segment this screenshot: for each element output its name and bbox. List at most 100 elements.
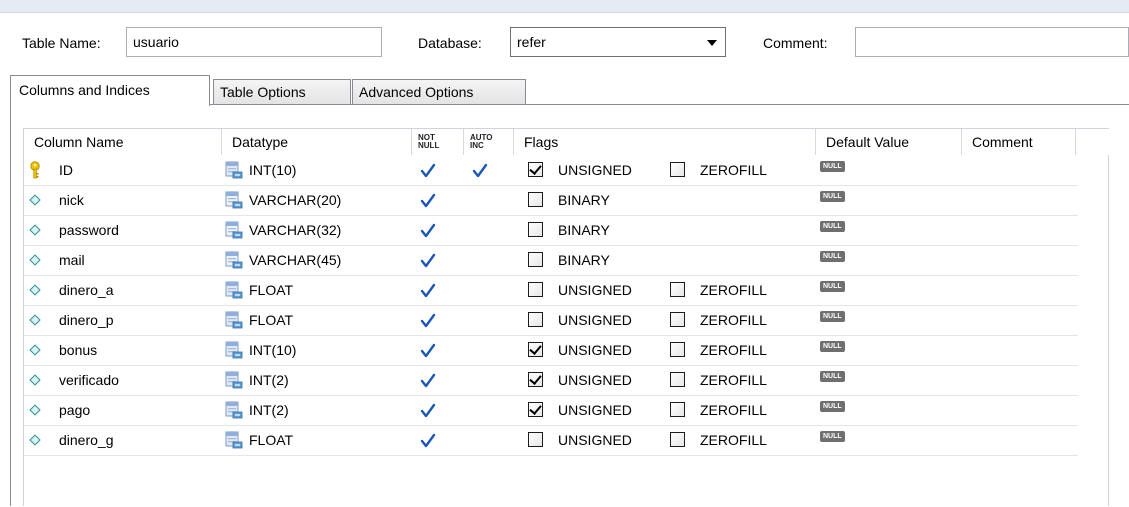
column-name-cell[interactable]: dinero_a	[59, 275, 114, 305]
not-null-check[interactable]	[420, 365, 436, 395]
column-name-cell[interactable]: dinero_p	[59, 305, 114, 335]
zerofill-checkbox[interactable]	[670, 312, 685, 327]
datatype-cell[interactable]: VARCHAR(45)	[224, 245, 409, 275]
column-name-cell[interactable]: ID	[59, 155, 73, 185]
default-value-cell[interactable]: NULL	[820, 395, 960, 425]
column-name-cell[interactable]: nick	[59, 185, 84, 215]
not-null-check[interactable]	[420, 305, 436, 335]
unsigned-label: UNSIGNED	[558, 162, 632, 178]
table-row[interactable]: mail VARCHAR(45) BINARY NULL	[24, 245, 1078, 276]
table-row[interactable]: ID INT(10) UNSIGNED ZEROFILL NULL	[24, 155, 1078, 186]
binary-checkbox[interactable]	[528, 222, 543, 237]
comment-cell[interactable]	[964, 365, 1074, 395]
table-row[interactable]: pago INT(2) UNSIGNED ZEROFILL NULL	[24, 395, 1078, 426]
table-row[interactable]: dinero_a FLOAT UNSIGNED ZEROFILL NULL	[24, 275, 1078, 306]
header-datatype[interactable]: Datatype	[222, 129, 412, 155]
comment-cell[interactable]	[964, 245, 1074, 275]
datatype-cell[interactable]: INT(10)	[224, 155, 409, 185]
unsigned-checkbox[interactable]	[528, 372, 543, 387]
table-row[interactable]: dinero_g FLOAT UNSIGNED ZEROFILL NULL	[24, 425, 1078, 456]
auto-inc-check[interactable]	[472, 155, 488, 185]
tab-table-options[interactable]: Table Options	[213, 79, 351, 105]
not-null-check[interactable]	[420, 215, 436, 245]
zerofill-checkbox[interactable]	[670, 402, 685, 417]
table-row[interactable]: verificado INT(2) UNSIGNED ZEROFILL NULL	[24, 365, 1078, 396]
null-badge: NULL	[820, 431, 845, 442]
header-flags[interactable]: Flags	[514, 129, 816, 155]
table-row[interactable]: nick VARCHAR(20) BINARY NULL	[24, 185, 1078, 216]
not-null-check[interactable]	[420, 185, 436, 215]
checkmark-icon	[420, 433, 436, 448]
datatype-cell[interactable]: FLOAT	[224, 275, 409, 305]
not-null-check[interactable]	[420, 275, 436, 305]
binary-checkbox[interactable]	[528, 252, 543, 267]
unsigned-checkbox[interactable]	[528, 162, 543, 177]
database-label: Database:	[418, 35, 482, 51]
column-name-cell[interactable]: dinero_g	[59, 425, 114, 455]
header-not-null[interactable]: NOT NULL	[412, 129, 464, 155]
unsigned-checkbox[interactable]	[528, 432, 543, 447]
comment-cell[interactable]	[964, 215, 1074, 245]
column-name-cell[interactable]: password	[59, 215, 119, 245]
not-null-check[interactable]	[420, 335, 436, 365]
column-name-cell[interactable]: verificado	[59, 365, 119, 395]
datatype-cell[interactable]: INT(2)	[224, 395, 409, 425]
default-value-cell[interactable]: NULL	[820, 305, 960, 335]
table-row[interactable]: bonus INT(10) UNSIGNED ZEROFILL NULL	[24, 335, 1078, 366]
default-value-cell[interactable]: NULL	[820, 155, 960, 185]
default-value-cell[interactable]: NULL	[820, 185, 960, 215]
tab-columns-and-indices[interactable]: Columns and Indices	[10, 75, 210, 106]
table-name-input[interactable]: usuario	[126, 27, 382, 57]
default-value-cell[interactable]: NULL	[820, 425, 960, 455]
zerofill-checkbox[interactable]	[670, 342, 685, 357]
table-row[interactable]: dinero_p FLOAT UNSIGNED ZEROFILL NULL	[24, 305, 1078, 336]
not-null-check[interactable]	[420, 155, 436, 185]
zerofill-label: ZEROFILL	[700, 372, 767, 388]
unsigned-checkbox[interactable]	[528, 312, 543, 327]
datatype-cell[interactable]: FLOAT	[224, 425, 409, 455]
not-null-check[interactable]	[420, 425, 436, 455]
comment-cell[interactable]	[964, 275, 1074, 305]
header-auto-inc[interactable]: AUTO INC	[464, 129, 514, 155]
datatype-cell[interactable]: INT(2)	[224, 365, 409, 395]
zerofill-checkbox[interactable]	[670, 282, 685, 297]
column-name-cell[interactable]: pago	[59, 395, 90, 425]
column-name-cell[interactable]: mail	[59, 245, 85, 275]
zerofill-checkbox[interactable]	[670, 372, 685, 387]
tab-advanced-options[interactable]: Advanced Options	[352, 79, 526, 105]
column-name-cell[interactable]: bonus	[59, 335, 97, 365]
default-value-cell[interactable]: NULL	[820, 365, 960, 395]
binary-checkbox[interactable]	[528, 192, 543, 207]
comment-cell[interactable]	[964, 335, 1074, 365]
datatype-cell[interactable]: VARCHAR(32)	[224, 215, 409, 245]
comment-cell[interactable]	[964, 155, 1074, 185]
unsigned-checkbox[interactable]	[528, 402, 543, 417]
comment-cell[interactable]	[964, 185, 1074, 215]
datatype-cell[interactable]: FLOAT	[224, 305, 409, 335]
checkmark-icon	[420, 343, 436, 358]
header-filler	[1076, 129, 1110, 155]
default-value-cell[interactable]: NULL	[820, 245, 960, 275]
datatype-value: INT(2)	[249, 372, 289, 388]
not-null-check[interactable]	[420, 395, 436, 425]
unsigned-checkbox[interactable]	[528, 342, 543, 357]
default-value-cell[interactable]: NULL	[820, 275, 960, 305]
comment-cell[interactable]	[964, 425, 1074, 455]
unsigned-checkbox[interactable]	[528, 282, 543, 297]
table-row[interactable]: password VARCHAR(32) BINARY NULL	[24, 215, 1078, 246]
header-comment[interactable]: Comment	[962, 129, 1076, 155]
zerofill-checkbox[interactable]	[670, 432, 685, 447]
header-column-name[interactable]: Column Name	[24, 129, 222, 155]
default-value-cell[interactable]: NULL	[820, 335, 960, 365]
comment-input[interactable]	[855, 27, 1129, 57]
column-diamond-icon	[29, 194, 41, 206]
default-value-cell[interactable]: NULL	[820, 215, 960, 245]
datatype-cell[interactable]: INT(10)	[224, 335, 409, 365]
header-default-value[interactable]: Default Value	[816, 129, 962, 155]
datatype-cell[interactable]: VARCHAR(20)	[224, 185, 409, 215]
database-select[interactable]: refer	[510, 27, 726, 57]
zerofill-checkbox[interactable]	[670, 162, 685, 177]
comment-cell[interactable]	[964, 305, 1074, 335]
comment-cell[interactable]	[964, 395, 1074, 425]
not-null-check[interactable]	[420, 245, 436, 275]
